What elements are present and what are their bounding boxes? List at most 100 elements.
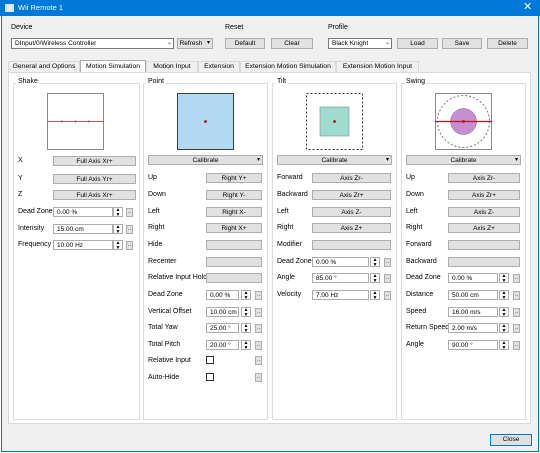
swing-forward-button[interactable]: [448, 240, 520, 250]
close-button[interactable]: Close: [490, 434, 532, 446]
more-button[interactable]: ..: [255, 373, 262, 382]
swing-return-speed-input[interactable]: 2.00 m/s: [448, 323, 498, 333]
close-icon[interactable]: ✕: [523, 1, 532, 14]
shake-frequency-input[interactable]: 10.00 Hz: [53, 240, 113, 250]
shake-x-label: X: [18, 157, 23, 164]
spin-arrows-icon[interactable]: ▲ ▼: [499, 307, 509, 318]
more-button[interactable]: ..: [255, 324, 262, 333]
device-label: Device: [11, 24, 33, 31]
load-button[interactable]: Load: [397, 38, 438, 49]
swing-angle-input[interactable]: 90.00 °: [448, 340, 498, 350]
shake-intensity-input[interactable]: 15.00 cm: [53, 224, 113, 234]
more-button[interactable]: ..: [255, 291, 262, 300]
swing-calibrate-button[interactable]: Calibrate ▾: [406, 155, 521, 165]
auto-hide-checkbox[interactable]: [206, 373, 214, 381]
shake-z-button[interactable]: Full Axis Xr+: [53, 190, 136, 200]
tab-extension-motion-input[interactable]: Extension Motion Input: [336, 61, 419, 72]
spin-arrows-icon[interactable]: ▲ ▼: [499, 340, 509, 351]
spin-arrows-icon[interactable]: ▲ ▼: [113, 207, 123, 218]
point-down-button[interactable]: Right Y-: [206, 190, 262, 200]
swing-backward-button[interactable]: [448, 257, 520, 267]
swing-distance-input[interactable]: 50.00 cm: [448, 290, 498, 300]
swing-speed-label: Speed: [406, 308, 427, 315]
default-button[interactable]: Default: [225, 38, 265, 49]
spin-arrows-icon[interactable]: ▲ ▼: [370, 273, 380, 284]
swing-title: Swing: [404, 78, 428, 86]
swing-speed-input[interactable]: 16.00 m/s: [448, 307, 498, 317]
window-title: Wii Remote 1: [18, 3, 64, 12]
spin-arrows-icon[interactable]: ▲ ▼: [241, 290, 251, 301]
more-button[interactable]: ..: [126, 241, 133, 250]
point-right-button[interactable]: Right X+: [206, 223, 262, 233]
swing-left-button[interactable]: Axis Z-: [448, 207, 520, 217]
swing-up-button[interactable]: Axis Zr-: [448, 173, 520, 183]
point-deadzone-input[interactable]: 0.00 %: [206, 290, 239, 300]
more-button[interactable]: ..: [513, 291, 520, 300]
spin-arrows-icon[interactable]: ▲ ▼: [499, 273, 509, 284]
tab-motion-input[interactable]: Motion Input: [146, 61, 198, 72]
tilt-modifier-button[interactable]: [312, 240, 391, 250]
spin-arrows-icon[interactable]: ▲ ▼: [241, 323, 251, 334]
tilt-velocity-input[interactable]: 7.00 Hz: [312, 290, 369, 300]
point-vertical-offset-input[interactable]: 10.00 cm: [206, 307, 239, 317]
tilt-left-button[interactable]: Axis Z-: [312, 207, 391, 217]
shake-deadzone-label: Dead Zone: [18, 208, 53, 215]
delete-button[interactable]: Delete: [487, 38, 528, 49]
clear-button[interactable]: Clear: [271, 38, 313, 49]
swing-down-button[interactable]: Axis Zr+: [448, 190, 520, 200]
tilt-forward-button[interactable]: Axis Zr-: [312, 173, 391, 183]
more-button[interactable]: ..: [255, 356, 262, 365]
shake-frequency-label: Frequency: [18, 241, 52, 248]
more-button[interactable]: ..: [513, 274, 520, 283]
refresh-button[interactable]: Refresh ▾: [177, 38, 213, 49]
more-button[interactable]: ..: [384, 274, 391, 283]
profile-combo[interactable]: Black Knight ⌄: [328, 38, 392, 49]
shake-x-button[interactable]: Full Axis Xr+: [53, 156, 136, 166]
app-icon: [5, 4, 14, 12]
spin-arrows-icon[interactable]: ▲ ▼: [241, 307, 251, 318]
more-button[interactable]: ..: [513, 341, 520, 350]
point-total-pitch-input[interactable]: 20.00 °: [206, 340, 239, 350]
tilt-backward-button[interactable]: Axis Zr+: [312, 190, 391, 200]
swing-right-button[interactable]: Axis Z+: [448, 223, 520, 233]
point-hide-button[interactable]: [206, 240, 262, 250]
relative-input-checkbox[interactable]: [206, 356, 214, 364]
point-recenter-label: Recenter: [148, 258, 177, 265]
more-button[interactable]: ..: [126, 225, 133, 234]
tab-general-options[interactable]: General and Options: [8, 61, 80, 72]
spin-arrows-icon[interactable]: ▲ ▼: [370, 290, 380, 301]
shake-y-button[interactable]: Full Axis Yr+: [53, 174, 136, 184]
more-button[interactable]: ..: [384, 258, 391, 267]
shake-deadzone-input[interactable]: 0.00 %: [53, 207, 113, 217]
tilt-angle-input[interactable]: 85.00 °: [312, 273, 369, 283]
spin-arrows-icon[interactable]: ▲ ▼: [499, 290, 509, 301]
tilt-forward-label: Forward: [277, 174, 303, 181]
more-button[interactable]: ..: [126, 208, 133, 217]
spin-arrows-icon[interactable]: ▲ ▼: [370, 257, 380, 268]
point-left-button[interactable]: Right X-: [206, 207, 262, 217]
more-button[interactable]: ..: [513, 324, 520, 333]
more-button[interactable]: ..: [384, 291, 391, 300]
point-total-yaw-input[interactable]: 25.00 °: [206, 323, 239, 333]
tab-extension-motion-simulation[interactable]: Extension Motion Simulation: [240, 61, 336, 72]
more-button[interactable]: ..: [513, 308, 520, 317]
point-relative-hold-button[interactable]: [206, 273, 262, 283]
swing-deadzone-input[interactable]: 0.00 %: [448, 273, 498, 283]
tilt-calibrate-button[interactable]: Calibrate ▾: [277, 155, 392, 165]
tilt-deadzone-input[interactable]: 0.00 %: [312, 257, 369, 267]
save-button[interactable]: Save: [442, 38, 482, 49]
tab-extension[interactable]: Extension: [198, 61, 240, 72]
spin-arrows-icon[interactable]: ▲ ▼: [113, 240, 123, 251]
swing-forward-label: Forward: [406, 241, 432, 248]
point-deadzone-label: Dead Zone: [148, 291, 183, 298]
spin-arrows-icon[interactable]: ▲ ▼: [113, 224, 123, 235]
more-button[interactable]: ..: [255, 308, 262, 317]
point-up-button[interactable]: Right Y+: [206, 173, 262, 183]
device-combo[interactable]: DInput/0/Wireless Controller ⌄: [11, 38, 174, 49]
tilt-right-button[interactable]: Axis Z+: [312, 223, 391, 233]
more-button[interactable]: ..: [255, 341, 262, 350]
point-calibrate-button[interactable]: Calibrate ▾: [148, 155, 263, 165]
point-recenter-button[interactable]: [206, 257, 262, 267]
spin-arrows-icon[interactable]: ▲ ▼: [499, 323, 509, 334]
spin-arrows-icon[interactable]: ▲ ▼: [241, 340, 251, 351]
